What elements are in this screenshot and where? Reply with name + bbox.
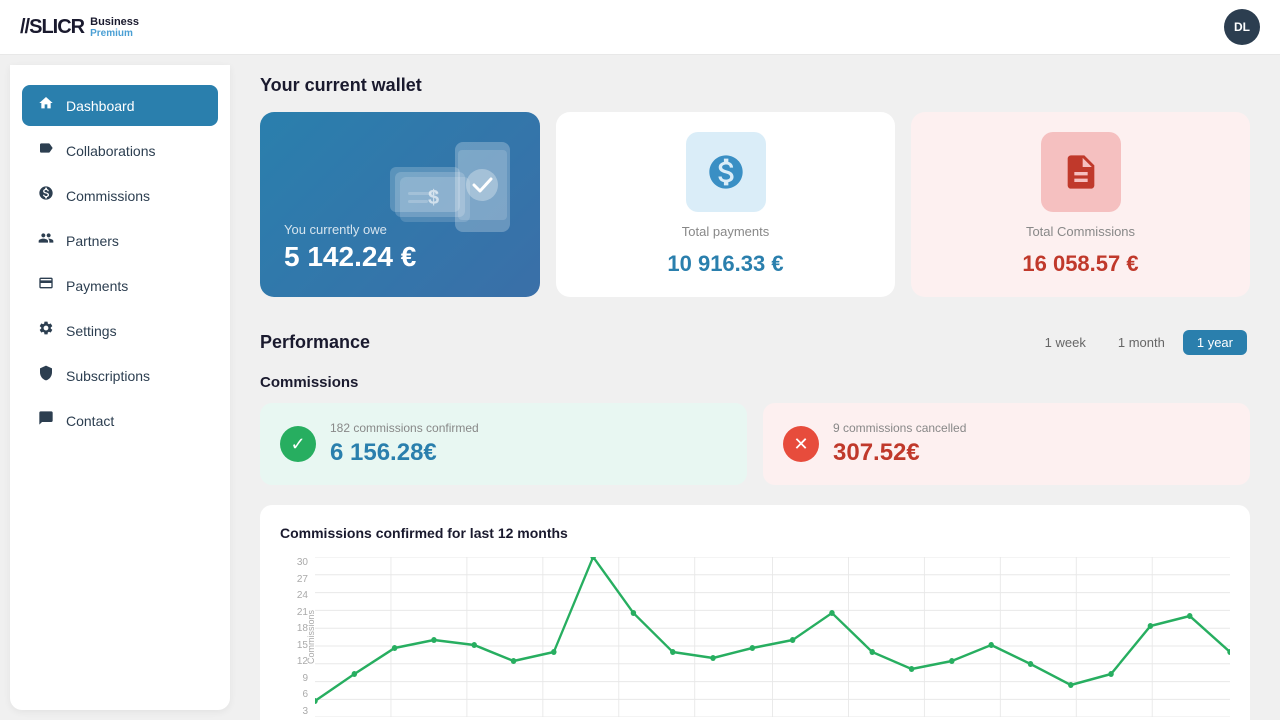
performance-title: Performance (260, 332, 370, 353)
payments-icon-container (686, 132, 766, 212)
sidebar-label-contact: Contact (66, 413, 114, 429)
home-icon (36, 95, 56, 116)
shield-icon (36, 365, 56, 386)
commission-cards: ✓ 182 commissions confirmed 6 156.28€ ✕ … (260, 403, 1250, 485)
sidebar-label-subscriptions: Subscriptions (66, 368, 150, 384)
sidebar-item-partners[interactable]: Partners (22, 220, 218, 261)
premium-label: Premium (90, 28, 139, 39)
partners-icon (36, 230, 56, 251)
filter-1-month[interactable]: 1 month (1104, 330, 1179, 355)
commissions-axis-label: Commissions (306, 610, 316, 664)
chart-inner (315, 557, 1230, 717)
commissions-icon (1061, 152, 1101, 192)
y-label-15: 15 (280, 640, 308, 651)
filter-1-year[interactable]: 1 year (1183, 330, 1247, 355)
confirmed-info: 182 commissions confirmed 6 156.28€ (330, 421, 479, 467)
sidebar-item-commissions[interactable]: Commissions (22, 175, 218, 216)
chat-icon (36, 410, 56, 431)
sidebar-item-payments[interactable]: Payments (22, 265, 218, 306)
total-commissions-card: Total Commissions 16 058.57 € (911, 112, 1250, 297)
y-label-21: 21 (280, 607, 308, 618)
chart-container: Commissions confirmed for last 12 months… (260, 505, 1250, 720)
total-commissions-label: Total Commissions (1026, 224, 1135, 239)
time-filters: 1 week 1 month 1 year (1028, 327, 1250, 358)
confirmed-amount: 6 156.28€ (330, 439, 479, 467)
wallet-title: Your current wallet (260, 75, 1250, 96)
sidebar-item-contact[interactable]: Contact (22, 400, 218, 441)
confirmed-commission-card: ✓ 182 commissions confirmed 6 156.28€ (260, 403, 747, 485)
total-commissions-amount: 16 058.57 € (1022, 251, 1138, 277)
business-label: Business (90, 16, 139, 28)
header: //SLICR Business Premium DL (0, 0, 1280, 55)
commissions-icon-container (1041, 132, 1121, 212)
total-payments-amount: 10 916.33 € (667, 251, 783, 277)
cancelled-icon: ✕ (783, 426, 819, 462)
cancelled-amount: 307.52€ (833, 439, 966, 467)
sidebar-label-settings: Settings (66, 323, 117, 339)
sidebar-label-commissions: Commissions (66, 188, 150, 204)
card-icon (36, 275, 56, 296)
chart-title: Commissions confirmed for last 12 months (280, 525, 1230, 541)
sidebar: Dashboard Collaborations Commissions Par… (10, 65, 230, 710)
main-layout: Dashboard Collaborations Commissions Par… (0, 55, 1280, 720)
main-content: Your current wallet $ (230, 55, 1280, 720)
sidebar-label-dashboard: Dashboard (66, 98, 135, 114)
payments-icon (706, 152, 746, 192)
cancelled-info: 9 commissions cancelled 307.52€ (833, 421, 966, 467)
total-payments-label: Total payments (682, 224, 769, 239)
confirmed-count: 182 commissions confirmed (330, 421, 479, 435)
logo-text: //SLICR (20, 16, 84, 39)
wallet-card-main: $ You currently owe 5 142.24 € (260, 112, 540, 297)
sidebar-item-collaborations[interactable]: Collaborations (22, 130, 218, 171)
y-label-18: 18 (280, 623, 308, 634)
commissions-section-label: Commissions (260, 374, 1250, 391)
wallet-illustration: $ (370, 122, 530, 252)
logo-business: Business Premium (90, 16, 139, 39)
dollar-circle-icon (36, 185, 56, 206)
y-label-6: 6 (280, 689, 308, 700)
chart-y-labels: 30 27 24 21 18 15 12 9 6 3 (280, 557, 308, 717)
performance-header: Performance 1 week 1 month 1 year (260, 327, 1250, 358)
sidebar-label-partners: Partners (66, 233, 119, 249)
confirmed-icon: ✓ (280, 426, 316, 462)
chart-svg (315, 557, 1230, 717)
y-label-27: 27 (280, 574, 308, 585)
cancelled-count: 9 commissions cancelled (833, 421, 966, 435)
sidebar-item-subscriptions[interactable]: Subscriptions (22, 355, 218, 396)
filter-1-week[interactable]: 1 week (1031, 330, 1100, 355)
sidebar-item-settings[interactable]: Settings (22, 310, 218, 351)
cancelled-commission-card: ✕ 9 commissions cancelled 307.52€ (763, 403, 1250, 485)
y-label-9: 9 (280, 673, 308, 684)
sidebar-label-payments: Payments (66, 278, 128, 294)
chart-area: 30 27 24 21 18 15 12 9 6 3 (280, 557, 1230, 717)
y-label-24: 24 (280, 590, 308, 601)
total-payments-card: Total payments 10 916.33 € (556, 112, 895, 297)
logo: //SLICR Business Premium (20, 16, 139, 39)
sidebar-item-dashboard[interactable]: Dashboard (22, 85, 218, 126)
settings-icon (36, 320, 56, 341)
y-label-30: 30 (280, 557, 308, 568)
avatar[interactable]: DL (1224, 9, 1260, 45)
tag-icon (36, 140, 56, 161)
svg-text:$: $ (428, 187, 439, 209)
sidebar-label-collaborations: Collaborations (66, 143, 156, 159)
wallet-cards: $ You currently owe 5 142.24 € Total pay… (260, 112, 1250, 297)
y-label-3: 3 (280, 706, 308, 717)
y-label-12: 12 (280, 656, 308, 667)
